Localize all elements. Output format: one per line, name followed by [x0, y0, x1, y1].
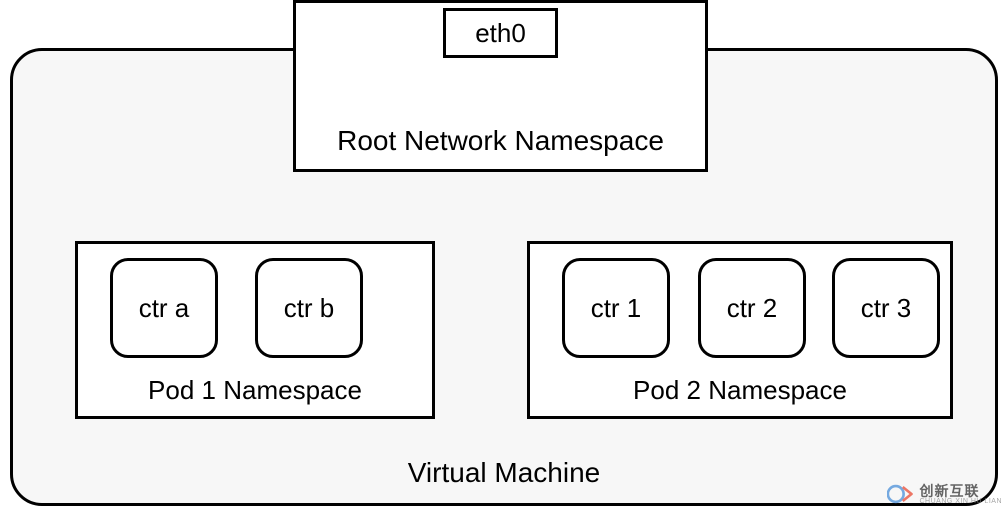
pod-2-namespace-label: Pod 2 Namespace — [633, 375, 847, 406]
container-3-box: ctr 3 — [832, 258, 940, 358]
watermark-text: 创新互联 CHUANG XIN HU LIAN — [919, 484, 1002, 505]
watermark-logo-icon — [887, 480, 915, 508]
eth0-interface-box: eth0 — [443, 8, 558, 58]
root-network-namespace-label: Root Network Namespace — [337, 125, 664, 157]
container-a-label: ctr a — [139, 293, 190, 324]
eth0-label: eth0 — [475, 18, 526, 49]
container-2-label: ctr 2 — [727, 293, 778, 324]
watermark-main-text: 创新互联 — [919, 484, 1002, 498]
container-1-label: ctr 1 — [591, 293, 642, 324]
container-1-box: ctr 1 — [562, 258, 670, 358]
watermark: 创新互联 CHUANG XIN HU LIAN — [887, 480, 1002, 508]
container-b-box: ctr b — [255, 258, 363, 358]
watermark-sub-text: CHUANG XIN HU LIAN — [919, 498, 1002, 505]
container-2-box: ctr 2 — [698, 258, 806, 358]
container-3-label: ctr 3 — [861, 293, 912, 324]
container-b-label: ctr b — [284, 293, 335, 324]
pod-1-namespace-label: Pod 1 Namespace — [148, 375, 362, 406]
container-a-box: ctr a — [110, 258, 218, 358]
virtual-machine-label: Virtual Machine — [408, 457, 600, 489]
